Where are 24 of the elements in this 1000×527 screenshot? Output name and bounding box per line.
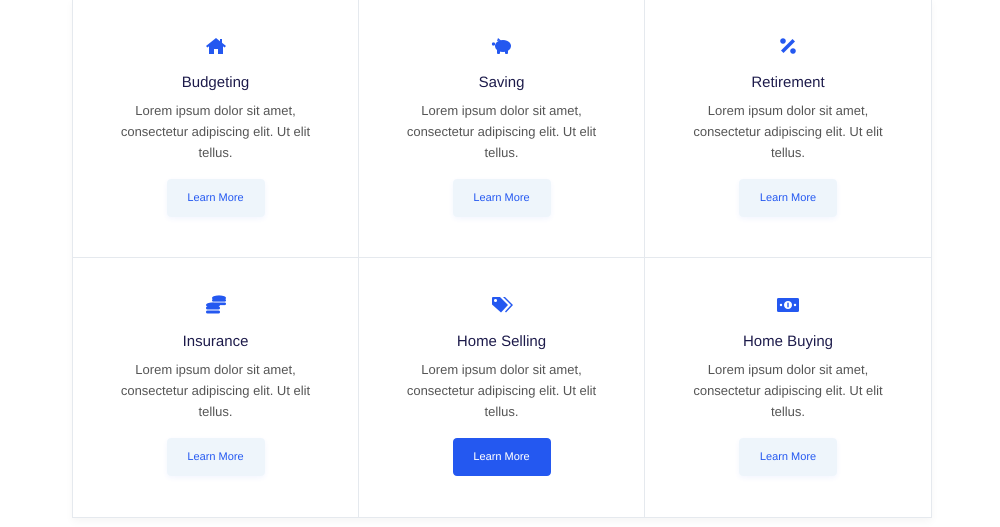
learn-more-button[interactable]: Learn More: [166, 179, 264, 217]
house-icon: [204, 37, 226, 55]
tags-icon: [490, 296, 512, 314]
card-description: Lorem ipsum dolor sit amet, consectetur adipiscing elit. Ut elit tellus.: [692, 102, 884, 162]
card-description: Lorem ipsum dolor sit amet, consectetur adipiscing elit. Ut elit tellus.: [120, 361, 312, 421]
percent-icon: [779, 37, 797, 55]
card-title: Insurance: [182, 332, 248, 352]
learn-more-button[interactable]: Learn More: [452, 179, 550, 217]
learn-more-button[interactable]: Learn More: [739, 179, 837, 217]
card-description: Lorem ipsum dolor sit amet, consectetur adipiscing elit. Ut elit tellus.: [692, 361, 884, 421]
piggy-bank-icon: [490, 37, 512, 55]
card-description: Lorem ipsum dolor sit amet, consectetur adipiscing elit. Ut elit tellus.: [406, 361, 598, 421]
card-title: Budgeting: [182, 73, 250, 93]
card-title: Home Buying: [742, 332, 834, 352]
learn-more-button[interactable]: Learn More: [452, 438, 550, 476]
learn-more-button[interactable]: Learn More: [739, 438, 837, 476]
card-description: Lorem ipsum dolor sit amet, consectetur adipiscing elit. Ut elit tellus.: [406, 102, 598, 162]
card-description: Lorem ipsum dolor sit amet, consectetur adipiscing elit. Ut elit tellus.: [120, 102, 312, 162]
coins-icon: [204, 295, 226, 315]
learn-more-button[interactable]: Learn More: [166, 438, 264, 476]
card-title: Retirement: [751, 73, 825, 93]
banknote-icon: [777, 297, 799, 313]
card-title: Home Selling: [456, 332, 546, 352]
card-title: Saving: [478, 73, 524, 93]
